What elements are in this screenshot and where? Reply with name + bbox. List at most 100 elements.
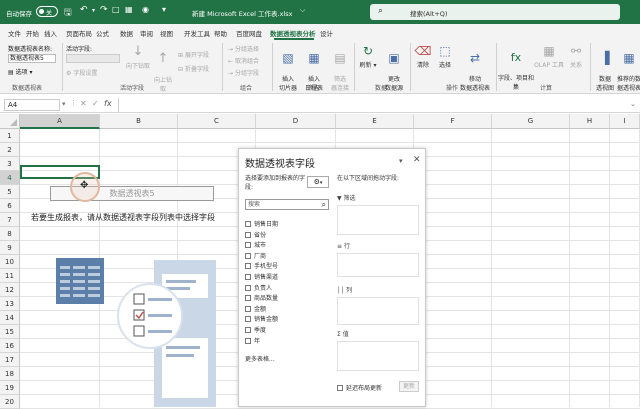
field-list-item[interactable]: 城市 [245, 240, 266, 249]
row-header[interactable]: 18 [0, 367, 20, 381]
row-header[interactable]: 17 [0, 353, 20, 367]
autosave-toggle[interactable]: 关 [36, 6, 58, 17]
name-box[interactable]: A4 [4, 99, 60, 111]
menu-item[interactable]: 公式 [96, 28, 109, 38]
field-search-input[interactable]: 搜索 ⌕ [245, 199, 329, 210]
field-list-item[interactable]: 负责人 [245, 283, 272, 292]
menu-item[interactable]: 帮助 [214, 28, 227, 38]
field-list-item[interactable]: 商品数量 [245, 293, 278, 302]
row-header[interactable]: 7 [0, 213, 20, 227]
column-header[interactable]: B [100, 114, 178, 129]
columns-area-box[interactable] [337, 297, 419, 325]
select-all-corner[interactable] [0, 114, 20, 129]
pivot-chart-button[interactable]: ▐ 数据 透视图 [593, 44, 617, 92]
menu-item[interactable]: 插入 [44, 28, 57, 38]
field-checkbox[interactable] [245, 221, 251, 227]
row-header[interactable]: 13 [0, 297, 20, 311]
olap-tools-button[interactable]: ▦ OLAP 工具 [534, 44, 564, 69]
camera-icon[interactable]: ◉ [142, 5, 149, 14]
rows-area-box[interactable] [337, 253, 419, 277]
column-header[interactable]: H [570, 114, 610, 129]
insert-slicer-button[interactable]: ▧ 插入 切片器 [275, 44, 301, 92]
name-box-dropdown-icon[interactable]: ▾ [62, 100, 66, 108]
menu-item[interactable]: 开始 [26, 28, 39, 38]
save-icon[interactable]: 🖫 [64, 5, 72, 21]
field-checkbox[interactable] [245, 316, 251, 323]
field-list-item[interactable]: 销售金额 [245, 314, 278, 323]
relationships-button[interactable]: ⚯ 关系 [566, 44, 586, 69]
field-checkbox[interactable] [245, 337, 251, 344]
filter-connections-button[interactable]: ▤ 筛选 器连接 [327, 44, 353, 92]
title-dropdown-icon[interactable]: ⌵ [300, 6, 305, 15]
active-field-input[interactable] [66, 54, 120, 63]
column-header[interactable]: A [20, 114, 100, 129]
group-field-button[interactable]: → 分组字段 [228, 68, 259, 77]
column-header[interactable]: E [336, 114, 414, 129]
collapse-field-button[interactable]: ⊟ 折叠字段 [178, 64, 209, 73]
row-header[interactable]: 12 [0, 283, 20, 297]
field-checkbox[interactable] [245, 327, 251, 333]
column-header[interactable]: I [610, 114, 640, 129]
pane-options-icon[interactable]: ▾ [399, 157, 403, 165]
pivot-name-input[interactable]: 数据透视表5 [8, 54, 56, 63]
row-header[interactable]: 10 [0, 255, 20, 269]
row-header[interactable]: 14 [0, 311, 20, 325]
column-header[interactable]: F [414, 114, 492, 129]
more-tables-link[interactable]: 更多表格... [245, 354, 275, 363]
row-header[interactable]: 4 [0, 171, 20, 185]
field-list-item[interactable]: 销售日期 [245, 219, 278, 228]
formula-input[interactable] [118, 98, 628, 112]
clear-button[interactable]: ⌫ 清除 [413, 44, 433, 69]
menu-item[interactable]: 开发工具 [184, 28, 210, 38]
expand-formula-icon[interactable]: ⌄ [630, 100, 636, 108]
field-checkbox[interactable] [245, 263, 251, 270]
field-list-item[interactable]: 手机型号 [245, 261, 278, 270]
field-settings-button[interactable]: ⚙ 字段设置 [66, 68, 97, 77]
row-header[interactable]: 8 [0, 227, 20, 241]
cancel-icon[interactable]: ✕ [80, 99, 87, 108]
field-list-item[interactable]: 金额 [245, 304, 266, 313]
menu-item[interactable]: 文件 [8, 28, 21, 38]
column-header[interactable]: G [492, 114, 570, 129]
values-area-box[interactable] [337, 341, 419, 371]
expand-field-button[interactable]: ⊞ 展开字段 [178, 50, 209, 59]
menu-item[interactable]: 数据 [120, 28, 133, 38]
field-list-item[interactable]: 年 [245, 336, 260, 345]
field-checkbox[interactable] [245, 252, 251, 259]
redo-icon[interactable]: ↷ [100, 5, 108, 15]
select-button[interactable]: ⬚ 选择 [434, 44, 456, 69]
menu-item[interactable]: 设计 [320, 28, 333, 38]
row-header[interactable]: 1 [0, 129, 20, 143]
ungroup-button[interactable]: ← 取消组合 [228, 56, 259, 65]
menu-item[interactable]: 百度网盘 [236, 28, 262, 38]
new-sheet-icon[interactable]: □ [112, 5, 120, 14]
row-header[interactable]: 15 [0, 325, 20, 339]
column-header[interactable]: D [256, 114, 336, 129]
field-list-item[interactable]: 季度 [245, 325, 266, 334]
column-header[interactable]: C [178, 114, 256, 129]
tools-button[interactable]: ⚙▾ [307, 176, 329, 188]
row-header[interactable]: 11 [0, 269, 20, 283]
row-header[interactable]: 5 [0, 185, 20, 199]
drill-up-button[interactable]: ↑ 向上钻 取 [152, 44, 174, 93]
row-header[interactable]: 19 [0, 381, 20, 395]
undo-icon[interactable]: ↶ [80, 5, 88, 15]
refresh-button[interactable]: ↻ 刷新 ▾ [357, 44, 379, 69]
search-box[interactable]: ⌕ 搜索(Alt+Q) [370, 4, 620, 20]
field-checkbox[interactable] [245, 231, 251, 238]
fx-icon[interactable]: fx [104, 99, 112, 108]
menu-item[interactable]: 页面布局 [66, 28, 92, 38]
customize-toolbar-icon[interactable]: ▾ [162, 5, 166, 14]
fields-items-sets-button[interactable]: fx 字段、项目和 集 [498, 44, 534, 91]
row-header[interactable]: 2 [0, 143, 20, 157]
update-button[interactable]: 更新 [399, 381, 419, 392]
row-header[interactable]: 6 [0, 199, 20, 213]
menu-item[interactable]: 数据透视表分析 [270, 28, 316, 38]
move-pivot-button[interactable]: ⇄ 移动 数据透视表 [456, 44, 494, 92]
menu-item[interactable]: 审阅 [140, 28, 153, 38]
drill-down-button[interactable]: ↓ 向下钻取 [124, 44, 152, 70]
menu-item[interactable]: 视图 [160, 28, 173, 38]
field-list-item[interactable]: 销售渠道 [245, 272, 278, 281]
filter-area-box[interactable] [337, 205, 419, 235]
field-list-item[interactable]: 厂商 [245, 251, 266, 260]
